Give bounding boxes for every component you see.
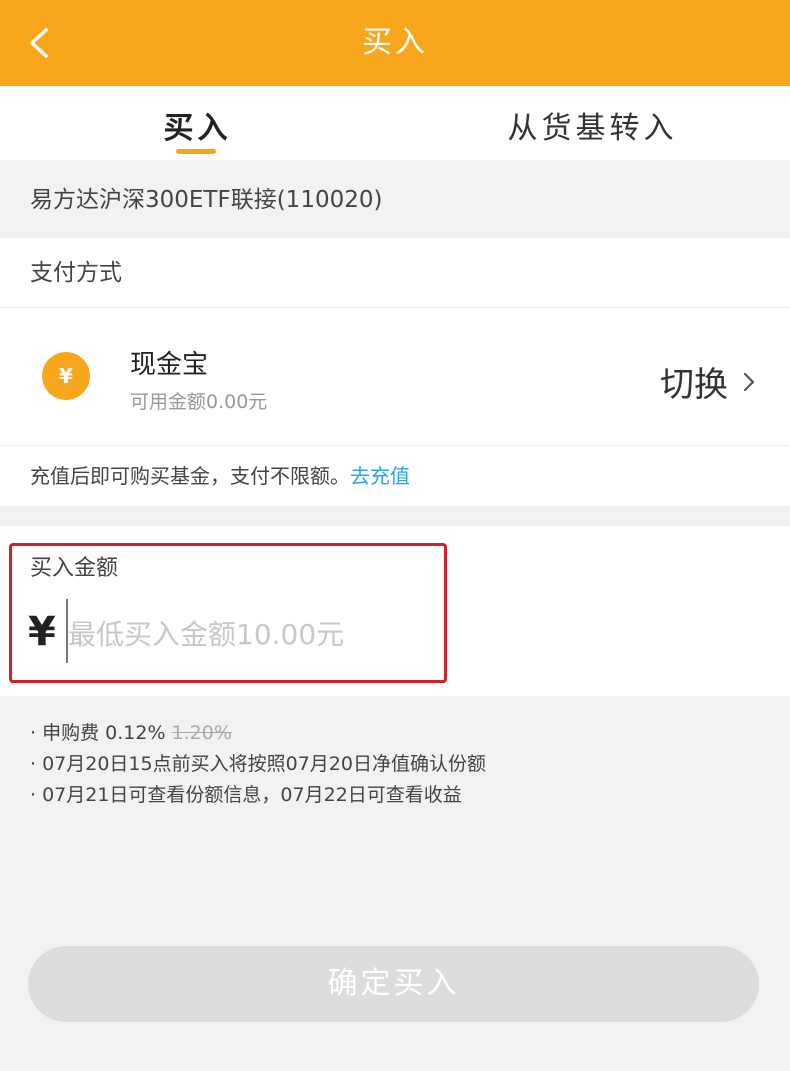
confirm-buy-button[interactable]: 确定买入 xyxy=(28,946,759,1022)
page-title: 买入 xyxy=(362,25,428,60)
amount-card: 买入金额 ¥ xyxy=(0,526,790,696)
amount-input[interactable] xyxy=(68,608,428,660)
header: 买入 xyxy=(0,0,790,86)
recharge-note-text: 充值后即可购买基金，支付不限额。 xyxy=(30,464,350,488)
fee-line: · 申购费 0.12% 1.20% xyxy=(30,718,770,749)
currency-symbol: ¥ xyxy=(28,609,56,655)
fee-rate: 0.12% xyxy=(105,722,166,744)
fund-name: 易方达沪深300ETF联接(110020) xyxy=(30,187,383,213)
amount-label: 买入金额 xyxy=(30,556,119,581)
purchase-info: · 申购费 0.12% 1.20% · 07月20日15点前买入将按照07月20… xyxy=(30,718,770,811)
available-balance: 可用金额0.00元 xyxy=(130,391,268,413)
switch-payment-button[interactable]: 切换 xyxy=(660,357,728,406)
fund-info: 易方达沪深300ETF联接(110020) xyxy=(0,160,790,238)
confirm-date-line: · 07月20日15点前买入将按照07月20日净值确认份额 xyxy=(30,753,486,775)
yuan-coin-icon: ¥ xyxy=(42,352,90,400)
payment-method-title: 支付方式 xyxy=(30,260,122,286)
payment-method-row[interactable]: ¥ 现金宝 可用金额0.00元 切换 xyxy=(0,307,790,445)
payment-card: 支付方式 ¥ 现金宝 可用金额0.00元 切换 充值后即可购买基金，支付不限额。… xyxy=(0,238,790,506)
recharge-note: 充值后即可购买基金，支付不限额。去充值 xyxy=(30,445,410,507)
active-tab-indicator xyxy=(176,149,216,154)
chevron-right-icon[interactable] xyxy=(742,371,756,393)
fee-label: · 申购费 xyxy=(30,722,100,744)
payment-method-name: 现金宝 xyxy=(130,350,209,380)
recharge-link[interactable]: 去充值 xyxy=(350,464,410,488)
earnings-date-line: · 07月21日可查看份额信息，07月22日可查看收益 xyxy=(30,784,462,806)
tab-bar: 买入 从货基转入 xyxy=(0,86,790,160)
tab-transfer-from-money-fund[interactable]: 从货基转入 xyxy=(395,86,790,160)
original-fee-rate: 1.20% xyxy=(171,722,232,744)
